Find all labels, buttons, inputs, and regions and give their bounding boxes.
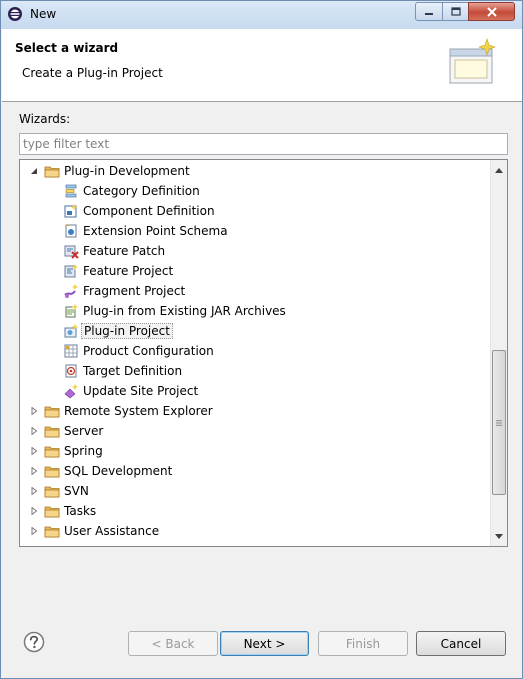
- tree-wizard-item[interactable]: Feature Patch: [20, 241, 489, 261]
- scroll-down-button[interactable]: [491, 528, 507, 544]
- wizards-label: Wizards:: [19, 112, 71, 126]
- update-site-icon: [64, 384, 78, 399]
- tree-item-label: SVN: [64, 484, 89, 498]
- expanded-arrow-icon[interactable]: [30, 167, 38, 175]
- folder-icon: [44, 506, 60, 518]
- tree-wizard-item[interactable]: Update Site Project: [20, 381, 489, 401]
- tree-wizard-item[interactable]: Feature Project: [20, 261, 489, 281]
- tree-item-label: Plug-in Project: [81, 323, 173, 339]
- scroll-grip-icon: [496, 420, 502, 426]
- tree-wizard-item[interactable]: Target Definition: [20, 361, 489, 381]
- tree-item-label: Plug-in from Existing JAR Archives: [83, 304, 286, 318]
- collapsed-arrow-icon[interactable]: [30, 427, 38, 435]
- minimize-button[interactable]: [415, 2, 443, 21]
- tree-item-label: Server: [64, 424, 104, 438]
- schema-icon: [65, 224, 77, 238]
- tree-item-label: Update Site Project: [83, 384, 199, 398]
- tree-wizard-item[interactable]: Fragment Project: [20, 281, 489, 301]
- tree-wizard-item[interactable]: Component Definition: [20, 201, 489, 221]
- tree-item-label: Product Configuration: [83, 344, 214, 358]
- next-button[interactable]: Next >: [220, 631, 309, 656]
- feature-patch-icon: [64, 245, 79, 259]
- tree-wizard-item[interactable]: Product Configuration: [20, 341, 489, 361]
- tree-item-label: User Assistance: [64, 524, 160, 538]
- tree-item-label: Fragment Project: [83, 284, 186, 298]
- title-bar[interactable]: New: [1, 1, 522, 29]
- maximize-icon: [450, 6, 461, 16]
- folder-icon: [44, 526, 60, 538]
- filter-input[interactable]: [19, 133, 508, 155]
- scroll-thumb[interactable]: [492, 350, 506, 495]
- new-wizard-banner-icon: [449, 38, 496, 84]
- tree-category-item[interactable]: User Assistance: [20, 521, 489, 541]
- tree-wizard-item[interactable]: Extension Point Schema: [20, 221, 489, 241]
- folder-icon: [44, 446, 60, 458]
- tree-category-item[interactable]: Plug-in Development: [20, 161, 489, 181]
- wizard-title: Select a wizard: [15, 41, 119, 55]
- tree-category-item[interactable]: Server: [20, 421, 489, 441]
- help-icon[interactable]: [23, 631, 45, 653]
- collapsed-arrow-icon[interactable]: [30, 507, 38, 515]
- folder-icon: [44, 466, 60, 478]
- tree-category-item[interactable]: Spring: [20, 441, 489, 461]
- folder-icon: [44, 406, 60, 418]
- tree-category-item[interactable]: Tasks: [20, 501, 489, 521]
- tree-wizard-item[interactable]: Plug-in from Existing JAR Archives: [20, 301, 489, 321]
- close-icon: [486, 6, 497, 17]
- fragment-icon: [64, 284, 78, 298]
- target-icon: [65, 364, 77, 378]
- scroll-down-icon: [495, 533, 503, 539]
- scroll-up-button[interactable]: [491, 162, 507, 178]
- tree-wizard-item[interactable]: Category Definition: [20, 181, 489, 201]
- jar-plugin-icon: [65, 304, 78, 318]
- collapsed-arrow-icon[interactable]: [30, 447, 38, 455]
- tree-item-label: Plug-in Development: [64, 164, 190, 178]
- tree-item-label: Spring: [64, 444, 103, 458]
- collapsed-arrow-icon[interactable]: [30, 487, 38, 495]
- tree-item-label: Tasks: [64, 504, 97, 518]
- window-title: New: [30, 7, 57, 21]
- close-button[interactable]: [468, 2, 515, 21]
- tree-item-label: Feature Project: [83, 264, 174, 278]
- tree-category-item[interactable]: SQL Development: [20, 461, 489, 481]
- tree-category-item[interactable]: Remote System Explorer: [20, 401, 489, 421]
- collapsed-arrow-icon[interactable]: [30, 527, 38, 535]
- collapsed-arrow-icon[interactable]: [30, 407, 38, 415]
- new-wizard-dialog: New Select a wizard Create a Plug-in Pro…: [0, 0, 523, 679]
- wizard-header: Select a wizard Create a Plug-in Project: [2, 29, 522, 102]
- plugin-project-icon: [64, 324, 78, 338]
- vertical-scrollbar[interactable]: [490, 160, 507, 546]
- maximize-button[interactable]: [442, 2, 469, 21]
- category-icon: [65, 184, 77, 198]
- product-icon: [64, 344, 78, 358]
- tree-item-label: Target Definition: [83, 364, 183, 378]
- tree-item-label: Component Definition: [83, 204, 215, 218]
- wizard-description: Create a Plug-in Project: [22, 66, 163, 80]
- wizard-tree[interactable]: Plug-in Development Category Definition Co…: [19, 159, 508, 547]
- tree-item-label: SQL Development: [64, 464, 173, 478]
- tree-item-label: Category Definition: [83, 184, 200, 198]
- folder-icon: [44, 166, 60, 178]
- collapsed-arrow-icon[interactable]: [30, 467, 38, 475]
- tree-category-item[interactable]: SVN: [20, 481, 489, 501]
- tree-item-label: Feature Patch: [83, 244, 166, 258]
- eclipse-app-icon: [8, 7, 22, 21]
- tree-wizard-item[interactable]: Plug-in Project: [20, 321, 489, 341]
- cancel-button[interactable]: Cancel: [416, 631, 506, 656]
- component-icon: [64, 204, 77, 218]
- tree-item-label: Extension Point Schema: [83, 224, 228, 238]
- scroll-up-icon: [495, 167, 503, 173]
- folder-icon: [44, 486, 60, 498]
- folder-icon: [44, 426, 60, 438]
- tree-item-label: Remote System Explorer: [64, 404, 213, 418]
- minimize-icon: [425, 12, 433, 15]
- feature-project-icon: [64, 264, 78, 278]
- finish-button[interactable]: Finish: [318, 631, 408, 656]
- back-button[interactable]: < Back: [128, 631, 218, 656]
